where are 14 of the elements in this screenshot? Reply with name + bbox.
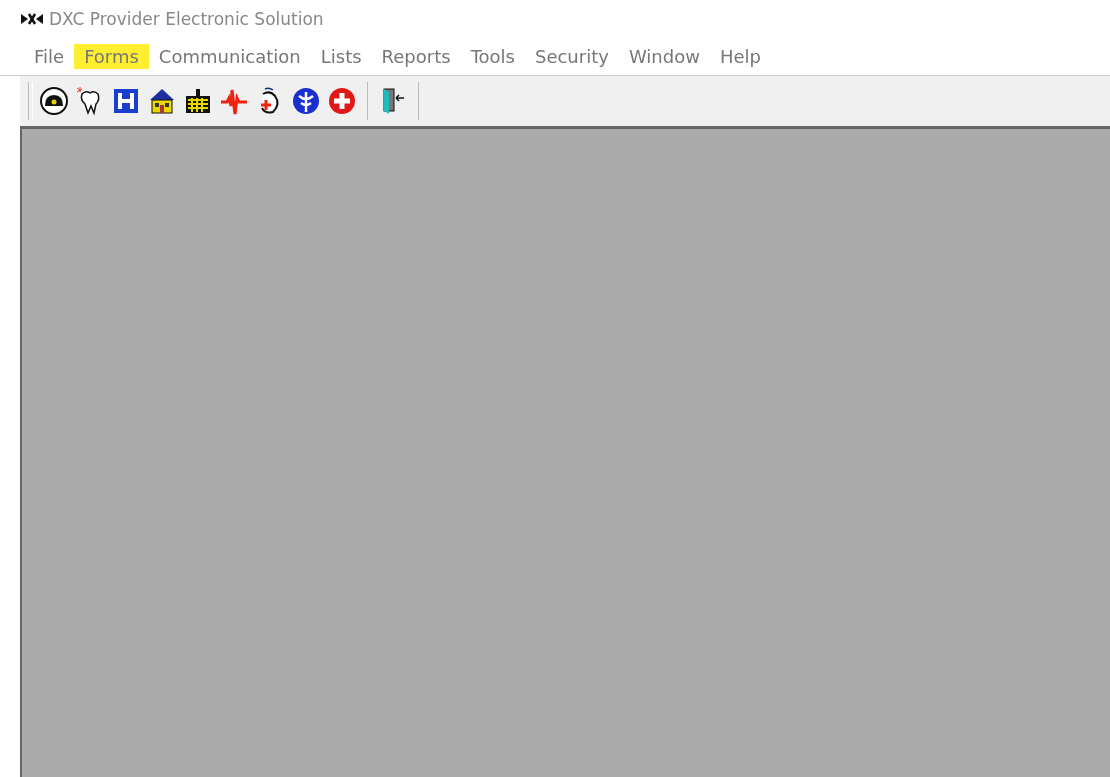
menu-item[interactable]: Security xyxy=(524,44,619,69)
menu-item[interactable]: Reports xyxy=(371,44,461,69)
window-title: DXC Provider Electronic Solution xyxy=(49,9,324,29)
app-logo-icon xyxy=(21,13,43,25)
menu-item[interactable]: Tools xyxy=(460,44,525,69)
menu-item[interactable]: Lists xyxy=(310,44,372,69)
menu-item[interactable]: Communication xyxy=(148,44,311,69)
menu-item[interactable]: Forms xyxy=(74,44,149,69)
menu-item[interactable]: Help xyxy=(709,44,771,69)
building-icon[interactable] xyxy=(183,86,213,116)
hospital-icon[interactable] xyxy=(111,86,141,116)
menu-item[interactable]: Window xyxy=(618,44,710,69)
menu-item[interactable]: File xyxy=(24,44,75,69)
cross-icon[interactable] xyxy=(327,86,357,116)
